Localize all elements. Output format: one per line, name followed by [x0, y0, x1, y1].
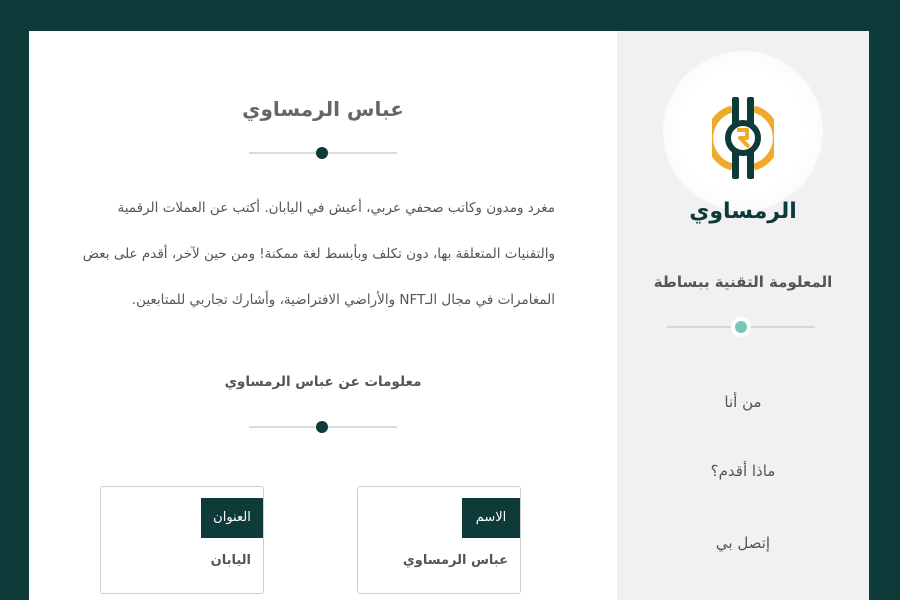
info-value-address: اليابان: [210, 553, 251, 568]
info-section-title: معلومات عن عباس الرمساوي: [224, 374, 422, 390]
info-value-name: عباس الرمساوي: [402, 553, 508, 568]
bio-text: مغرد ومدون وكاتب صحفي عربي، أعيش في اليا…: [82, 200, 555, 308]
nav-item-about[interactable]: من أنا: [617, 393, 869, 411]
logo[interactable]: [663, 51, 823, 211]
divider-dot-icon: [316, 421, 328, 433]
divider-dot-icon: [731, 317, 751, 337]
info-card-address: العنوان اليابان: [100, 486, 264, 594]
site-tagline: المعلومة التقنية ببساطة: [653, 273, 833, 291]
divider-dot-icon: [316, 147, 328, 159]
info-label-name: الاسم: [462, 498, 520, 538]
main-content: عباس الرمساوي مغرد ومدون وكاتب صحفي عربي…: [29, 31, 617, 600]
nav-item-contact[interactable]: إتصل بي: [617, 534, 869, 552]
page-title: عباس الرمساوي: [242, 97, 404, 121]
logo-wordmark[interactable]: الرمساوي: [617, 199, 869, 224]
profile-card: الرمساوي المعلومة التقنية ببساطة من أنا …: [29, 31, 869, 600]
info-card-name: الاسم عباس الرمساوي: [357, 486, 521, 594]
sidebar: الرمساوي المعلومة التقنية ببساطة من أنا …: [617, 31, 869, 600]
ramsawy-logo-icon: [712, 97, 774, 179]
nav-item-services[interactable]: ماذا أقدم؟: [617, 462, 869, 480]
info-label-address: العنوان: [201, 498, 263, 538]
